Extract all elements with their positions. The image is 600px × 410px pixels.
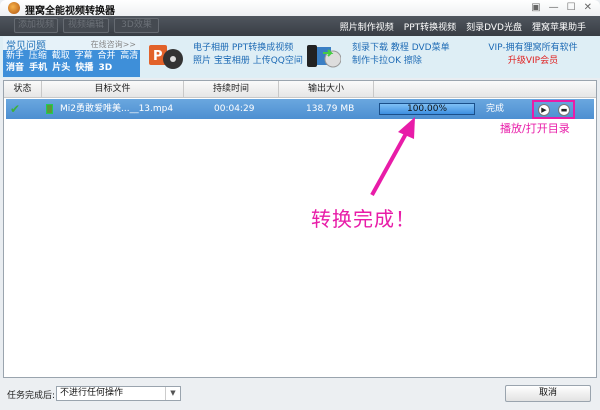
after-task-select[interactable]: 不进行任何操作 ▼ bbox=[56, 386, 181, 401]
footer-bar: 任务完成后: 不进行任何操作 ▼ 取消 bbox=[0, 378, 600, 410]
select-value: 不进行任何操作 bbox=[60, 388, 124, 398]
done-annotation: 转换完成！ bbox=[311, 207, 416, 231]
cancel-button[interactable]: 取消 bbox=[505, 385, 591, 402]
chevron-down-icon[interactable]: ▼ bbox=[165, 387, 180, 400]
annotation-arrow-icon bbox=[370, 117, 415, 196]
after-task-label: 任务完成后: bbox=[7, 391, 56, 401]
actions-annotation: 播放/打开目录 bbox=[500, 122, 570, 135]
